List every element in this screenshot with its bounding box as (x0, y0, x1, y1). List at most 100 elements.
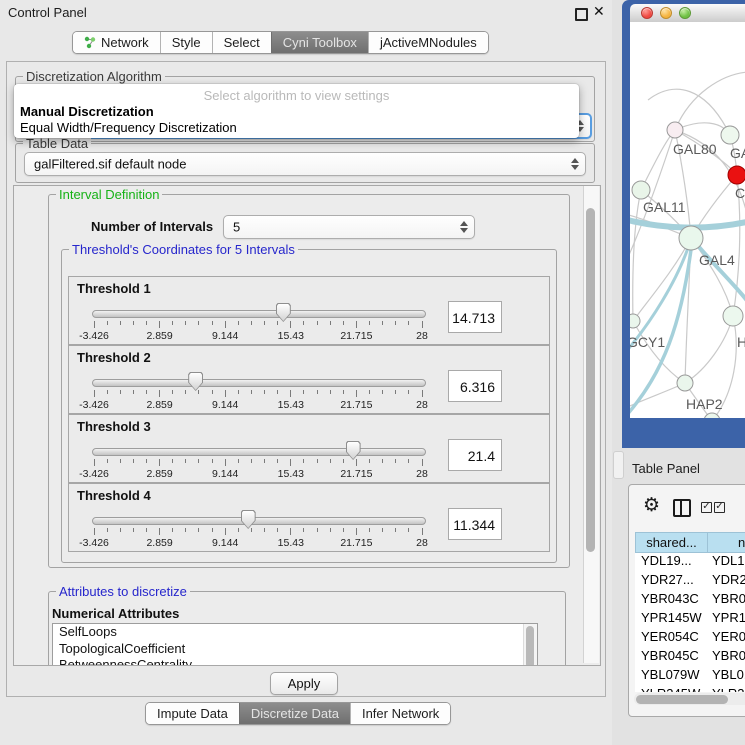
cell-shared-name[interactable]: YBR043C (635, 591, 708, 610)
settings-gear-icon[interactable]: ⚙ (643, 494, 660, 516)
threshold-value-field[interactable]: 6.316 (448, 370, 502, 402)
network-edge-highlighted[interactable] (630, 242, 692, 418)
checkbox-icon[interactable]: ✓ (701, 502, 712, 513)
table-data-selected-value: galFiltered.sif default node (34, 157, 186, 172)
cell-name[interactable]: YPR1... (708, 610, 745, 629)
attribute-list-item[interactable]: SelfLoops (53, 624, 537, 641)
checkbox-icon[interactable]: ✓ (714, 502, 725, 513)
network-node-label: GAL80 (673, 141, 717, 157)
cell-name[interactable]: YBL0... (708, 667, 745, 686)
network-window-titlebar[interactable] (630, 4, 745, 23)
table-row[interactable]: YDR27...YDR2... (635, 572, 745, 591)
split-table-icon[interactable] (673, 499, 691, 517)
numerical-attributes-list[interactable]: SelfLoopsTopologicalCoefficientBetweenne… (52, 623, 538, 666)
column-header-shared-name[interactable]: shared... (635, 532, 708, 553)
cell-shared-name[interactable]: YDR27... (635, 572, 708, 591)
attribute-list-item[interactable]: TopologicalCoefficient (53, 641, 537, 658)
table-row[interactable]: YDL19...YDL1... (635, 553, 745, 572)
network-edge[interactable] (675, 72, 745, 130)
network-edge[interactable] (633, 321, 685, 383)
network-node[interactable] (667, 122, 683, 138)
slider-track[interactable] (92, 517, 426, 525)
cell-name[interactable]: YDR2... (708, 572, 745, 591)
network-node[interactable] (632, 181, 650, 199)
scrollbar-thumb[interactable] (636, 695, 728, 704)
table-data-combobox[interactable]: galFiltered.sif default node (24, 152, 586, 176)
dropdown-item-manual-discretization[interactable]: Manual Discretization (20, 104, 154, 119)
table-row[interactable]: YER054CYER0... (635, 629, 745, 648)
splitter-grip[interactable] (613, 451, 624, 479)
column-header-name[interactable]: n... (708, 532, 745, 553)
slider-track[interactable] (92, 310, 426, 318)
table-row[interactable]: YBR043CYBR0... (635, 591, 745, 610)
network-edge[interactable] (648, 89, 730, 135)
cell-name[interactable]: YDL1... (708, 553, 745, 572)
traffic-light-close-icon[interactable] (641, 7, 653, 19)
network-canvas[interactable]: GAL80GACGAL11GAL4GCY1HAHAP2 (630, 22, 745, 418)
slider-track[interactable] (92, 379, 426, 387)
table-row[interactable]: YPR145WYPR1... (635, 610, 745, 629)
threshold-slider[interactable]: -3.4262.8599.14415.4321.71528 (92, 297, 432, 341)
attributes-list-scrollbar[interactable] (523, 624, 537, 666)
number-of-intervals-combobox[interactable]: 5 (223, 215, 475, 239)
table-row[interactable]: YBR045CYBR0... (635, 648, 745, 667)
float-window-icon[interactable] (575, 8, 588, 21)
slider-track[interactable] (92, 448, 426, 456)
apply-button[interactable]: Apply (270, 672, 338, 695)
cell-shared-name[interactable]: YBR045C (635, 648, 708, 667)
cell-name[interactable]: YBR0... (708, 591, 745, 610)
slider-thumb[interactable] (346, 441, 361, 460)
dropdown-item-equal-width-frequency[interactable]: Equal Width/Frequency Discretization (20, 120, 237, 135)
cell-name[interactable]: YBR0... (708, 648, 745, 667)
table-row[interactable]: YLR345WYLR3... (635, 686, 745, 692)
threshold-slider[interactable]: -3.4262.8599.14415.4321.71528 (92, 504, 432, 548)
network-node-label: GA (730, 145, 745, 161)
slider-ticks (94, 321, 422, 329)
network-node[interactable] (630, 314, 640, 328)
cell-shared-name[interactable]: YPR145W (635, 610, 708, 629)
cell-shared-name[interactable]: YLR345W (635, 686, 708, 692)
scrollbar-thumb[interactable] (526, 626, 534, 666)
tab-infer-network[interactable]: Infer Network (350, 703, 450, 724)
tab-style[interactable]: Style (160, 32, 212, 53)
threshold-slider[interactable]: -3.4262.8599.14415.4321.71528 (92, 435, 432, 479)
network-edge[interactable] (633, 190, 641, 321)
network-edge[interactable] (630, 383, 685, 408)
settings-panel-scrollbar[interactable] (583, 186, 599, 663)
tab-cyni-toolbox[interactable]: Cyni Toolbox (271, 32, 368, 53)
cell-shared-name[interactable]: YDL19... (635, 553, 708, 572)
tab-discretize-data[interactable]: Discretize Data (239, 703, 350, 724)
network-node[interactable] (723, 306, 743, 326)
tab-impute-data[interactable]: Impute Data (146, 703, 239, 724)
slider-thumb[interactable] (276, 303, 291, 322)
traffic-light-zoom-icon[interactable] (679, 7, 691, 19)
cell-shared-name[interactable]: YBL079W (635, 667, 708, 686)
attribute-list-item[interactable]: BetweennessCentrality (53, 657, 537, 666)
dropdown-prompt-item[interactable]: Select algorithm to view settings (14, 88, 579, 103)
network-edge-highlighted[interactable] (693, 240, 745, 306)
network-node[interactable] (728, 166, 745, 184)
slider-thumb[interactable] (188, 372, 203, 391)
cell-shared-name[interactable]: YER054C (635, 629, 708, 648)
network-edge[interactable] (685, 316, 733, 383)
cell-name[interactable]: YLR3... (708, 686, 745, 692)
table-horizontal-scrollbar[interactable] (634, 693, 745, 705)
cell-name[interactable]: YER0... (708, 629, 745, 648)
interval-definition-group: Interval Definition Number of Intervals … (48, 194, 570, 568)
network-node[interactable] (677, 375, 693, 391)
tab-select[interactable]: Select (212, 32, 271, 53)
threshold-slider[interactable]: -3.4262.8599.14415.4321.71528 (92, 366, 432, 410)
table-row[interactable]: YBL079WYBL0... (635, 667, 745, 686)
scrollbar-thumb[interactable] (586, 208, 595, 552)
slider-thumb[interactable] (241, 510, 256, 529)
threshold-value-field[interactable]: 21.4 (448, 439, 502, 471)
tab-network[interactable]: Network (73, 32, 160, 53)
network-node[interactable] (721, 126, 739, 144)
network-node[interactable] (679, 226, 703, 250)
close-icon[interactable]: ✕ (593, 3, 605, 20)
tab-jactivemnodules[interactable]: jActiveMNodules (368, 32, 488, 53)
network-edge[interactable] (633, 238, 691, 321)
threshold-value-field[interactable]: 14.713 (448, 301, 502, 333)
traffic-light-minimize-icon[interactable] (660, 7, 672, 19)
threshold-value-field[interactable]: 11.344 (448, 508, 502, 540)
